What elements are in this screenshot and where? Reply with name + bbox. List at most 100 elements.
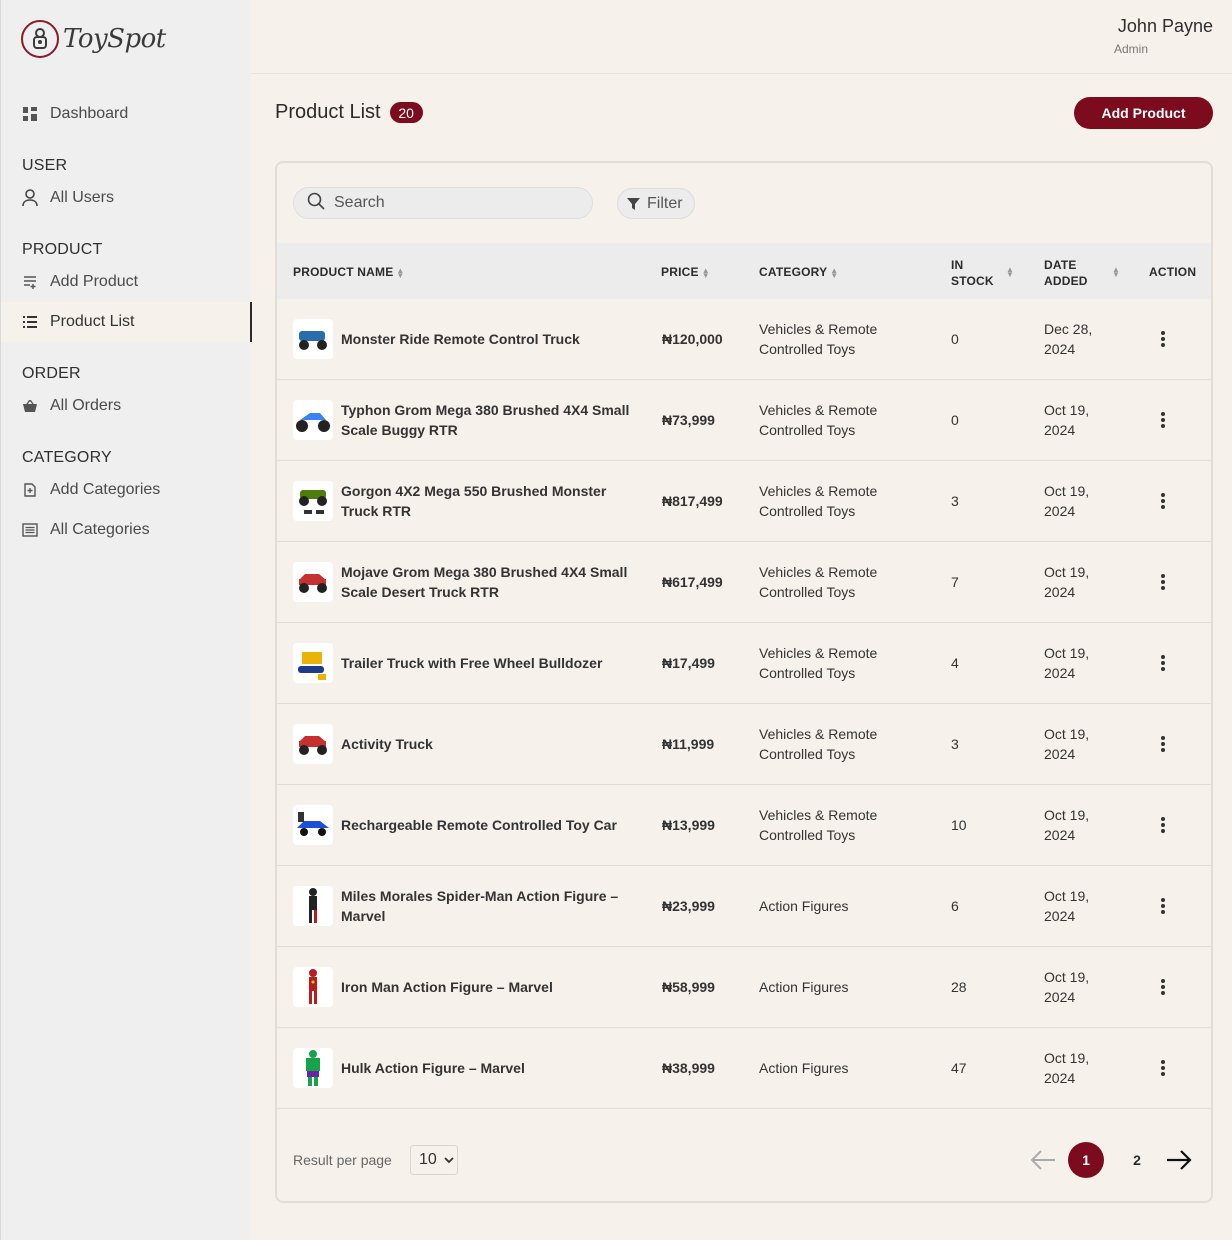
- table-row[interactable]: Mojave Grom Mega 380 Brushed 4X4 Small S…: [277, 542, 1211, 623]
- page-1-button[interactable]: 1: [1068, 1142, 1104, 1178]
- table-row[interactable]: Hulk Action Figure – Marvel ₦38,999 Action…: [277, 1028, 1211, 1109]
- more-actions-icon[interactable]: [1157, 1060, 1169, 1076]
- column-header-category[interactable]: CATEGORY ▲ ▼: [759, 265, 838, 279]
- product-price: ₦38,999: [662, 1060, 715, 1076]
- column-header-price[interactable]: PRICE ▲ ▼: [661, 265, 710, 279]
- product-name[interactable]: Iron Man Action Figure – Marvel: [341, 977, 631, 997]
- filter-icon: [627, 197, 640, 210]
- sidebar-item-all-users[interactable]: All Users: [1, 178, 252, 218]
- per-page-label: Result per page: [293, 1152, 392, 1168]
- table-row[interactable]: Gorgon 4X2 Mega 550 Brushed Monster Truc…: [277, 461, 1211, 542]
- product-name[interactable]: Miles Morales Spider-Man Action Figure –…: [341, 886, 631, 926]
- page-2-button[interactable]: 2: [1119, 1142, 1155, 1178]
- product-stock: 0: [951, 412, 959, 428]
- more-actions-icon[interactable]: [1157, 817, 1169, 833]
- sort-icon[interactable]: ▲ ▼: [1112, 266, 1120, 279]
- logo-icon: [21, 20, 59, 58]
- column-header-action: ACTION: [1149, 265, 1197, 279]
- chevron-down-icon: [444, 1156, 454, 1164]
- more-actions-icon[interactable]: [1157, 655, 1169, 671]
- product-name[interactable]: Gorgon 4X2 Mega 550 Brushed Monster Truc…: [341, 481, 631, 521]
- product-stock: 10: [951, 817, 967, 833]
- sort-icon[interactable]: ▲ ▼: [1006, 266, 1014, 279]
- product-date-added: Oct 19, 2024: [1044, 402, 1090, 438]
- sidebar-heading-product: PRODUCT: [22, 241, 103, 258]
- product-thumbnail: [293, 1048, 333, 1088]
- table-row[interactable]: Rechargeable Remote Controlled Toy Car ₦1…: [277, 785, 1211, 866]
- product-stock: 0: [951, 331, 959, 347]
- product-name[interactable]: Activity Truck: [341, 734, 631, 754]
- search-box[interactable]: [293, 187, 593, 219]
- page-title: Product List 20: [275, 101, 423, 124]
- top-bar: John Payne Admin: [251, 0, 1232, 74]
- product-name[interactable]: Monster Ride Remote Control Truck: [341, 329, 631, 349]
- column-header-product-name[interactable]: PRODUCT NAME ▲ ▼: [293, 265, 405, 279]
- product-category: Action Figures: [759, 898, 849, 914]
- product-date-added: Oct 19, 2024: [1044, 645, 1090, 681]
- product-thumbnail: [293, 643, 333, 683]
- sidebar-item-label: Dashboard: [50, 105, 129, 122]
- toyspot-logo[interactable]: ToySpot: [21, 20, 166, 58]
- arrow-left-icon: [1030, 1150, 1056, 1170]
- table-row[interactable]: Iron Man Action Figure – Marvel ₦58,999 Ac…: [277, 947, 1211, 1028]
- table-row[interactable]: Miles Morales Spider-Man Action Figure –…: [277, 866, 1211, 947]
- column-header-in-stock[interactable]: IN STOCK: [951, 257, 994, 289]
- sidebar-item-add-categories[interactable]: Add Categories: [1, 470, 252, 510]
- sidebar-heading-user: USER: [22, 157, 68, 174]
- table-row[interactable]: Monster Ride Remote Control Truck ₦120,00…: [277, 299, 1211, 380]
- more-actions-icon[interactable]: [1157, 979, 1169, 995]
- sidebar-item-label: All Categories: [50, 521, 150, 538]
- product-name[interactable]: Trailer Truck with Free Wheel Bulldozer: [341, 653, 631, 673]
- product-category: Action Figures: [759, 1060, 849, 1076]
- logo-text: ToySpot: [63, 24, 166, 54]
- product-stock: 47: [951, 1060, 967, 1076]
- more-actions-icon[interactable]: [1157, 412, 1169, 428]
- product-price: ₦23,999: [662, 898, 715, 914]
- sidebar-item-dashboard[interactable]: Dashboard: [1, 94, 252, 134]
- more-actions-icon[interactable]: [1157, 331, 1169, 347]
- table-row[interactable]: Trailer Truck with Free Wheel Bulldozer ₦…: [277, 623, 1211, 704]
- product-category: Vehicles & Remote Controlled Toys: [759, 645, 878, 681]
- product-price: ₦11,999: [662, 736, 715, 752]
- sidebar-item-all-orders[interactable]: All Orders: [1, 386, 252, 426]
- more-actions-icon[interactable]: [1157, 736, 1169, 752]
- product-name[interactable]: Rechargeable Remote Controlled Toy Car: [341, 815, 631, 835]
- sidebar-item-all-categories[interactable]: All Categories: [1, 510, 252, 550]
- product-price: ₦120,000: [662, 331, 723, 347]
- dashboard-icon: [22, 106, 38, 122]
- sidebar-heading-order: ORDER: [22, 365, 81, 382]
- product-name[interactable]: Mojave Grom Mega 380 Brushed 4X4 Small S…: [341, 562, 631, 602]
- more-actions-icon[interactable]: [1157, 898, 1169, 914]
- page-title-text: Product List: [275, 101, 381, 123]
- per-page-select[interactable]: 10: [410, 1145, 458, 1175]
- next-page-button[interactable]: [1165, 1146, 1193, 1174]
- table-row[interactable]: Typhon Grom Mega 380 Brushed 4X4 Small S…: [277, 380, 1211, 461]
- product-name[interactable]: Typhon Grom Mega 380 Brushed 4X4 Small S…: [341, 400, 631, 440]
- product-count-badge: 20: [389, 102, 423, 123]
- more-actions-icon[interactable]: [1157, 574, 1169, 590]
- product-category: Vehicles & Remote Controlled Toys: [759, 807, 878, 843]
- search-input[interactable]: [334, 194, 574, 212]
- previous-page-button[interactable]: [1029, 1146, 1057, 1174]
- sidebar-item-add-product[interactable]: Add Product: [1, 262, 252, 302]
- product-name[interactable]: Hulk Action Figure – Marvel: [341, 1058, 631, 1078]
- product-date-added: Oct 19, 2024: [1044, 969, 1090, 1005]
- add-document-icon: [22, 482, 38, 498]
- column-header-date-added[interactable]: DATE ADDED: [1044, 257, 1088, 289]
- user-name[interactable]: John Payne: [1118, 16, 1213, 37]
- sidebar-item-label: Add Categories: [50, 481, 161, 498]
- more-actions-icon[interactable]: [1157, 493, 1169, 509]
- sidebar-heading-category: CATEGORY: [22, 449, 112, 466]
- user-icon: [22, 189, 38, 207]
- product-category: Action Figures: [759, 979, 849, 995]
- filter-button[interactable]: Filter: [617, 188, 695, 219]
- per-page-value: 10: [419, 1151, 437, 1168]
- product-thumbnail: [293, 562, 333, 602]
- sidebar-item-product-list[interactable]: Product List: [1, 302, 252, 342]
- table-row[interactable]: Activity Truck ₦11,999 Vehicles & Remote C…: [277, 704, 1211, 785]
- product-date-added: Oct 19, 2024: [1044, 726, 1090, 762]
- product-category: Vehicles & Remote Controlled Toys: [759, 483, 878, 519]
- product-date-added: Dec 28, 2024: [1044, 321, 1093, 357]
- product-stock: 7: [951, 574, 959, 590]
- add-product-button[interactable]: Add Product: [1074, 97, 1213, 129]
